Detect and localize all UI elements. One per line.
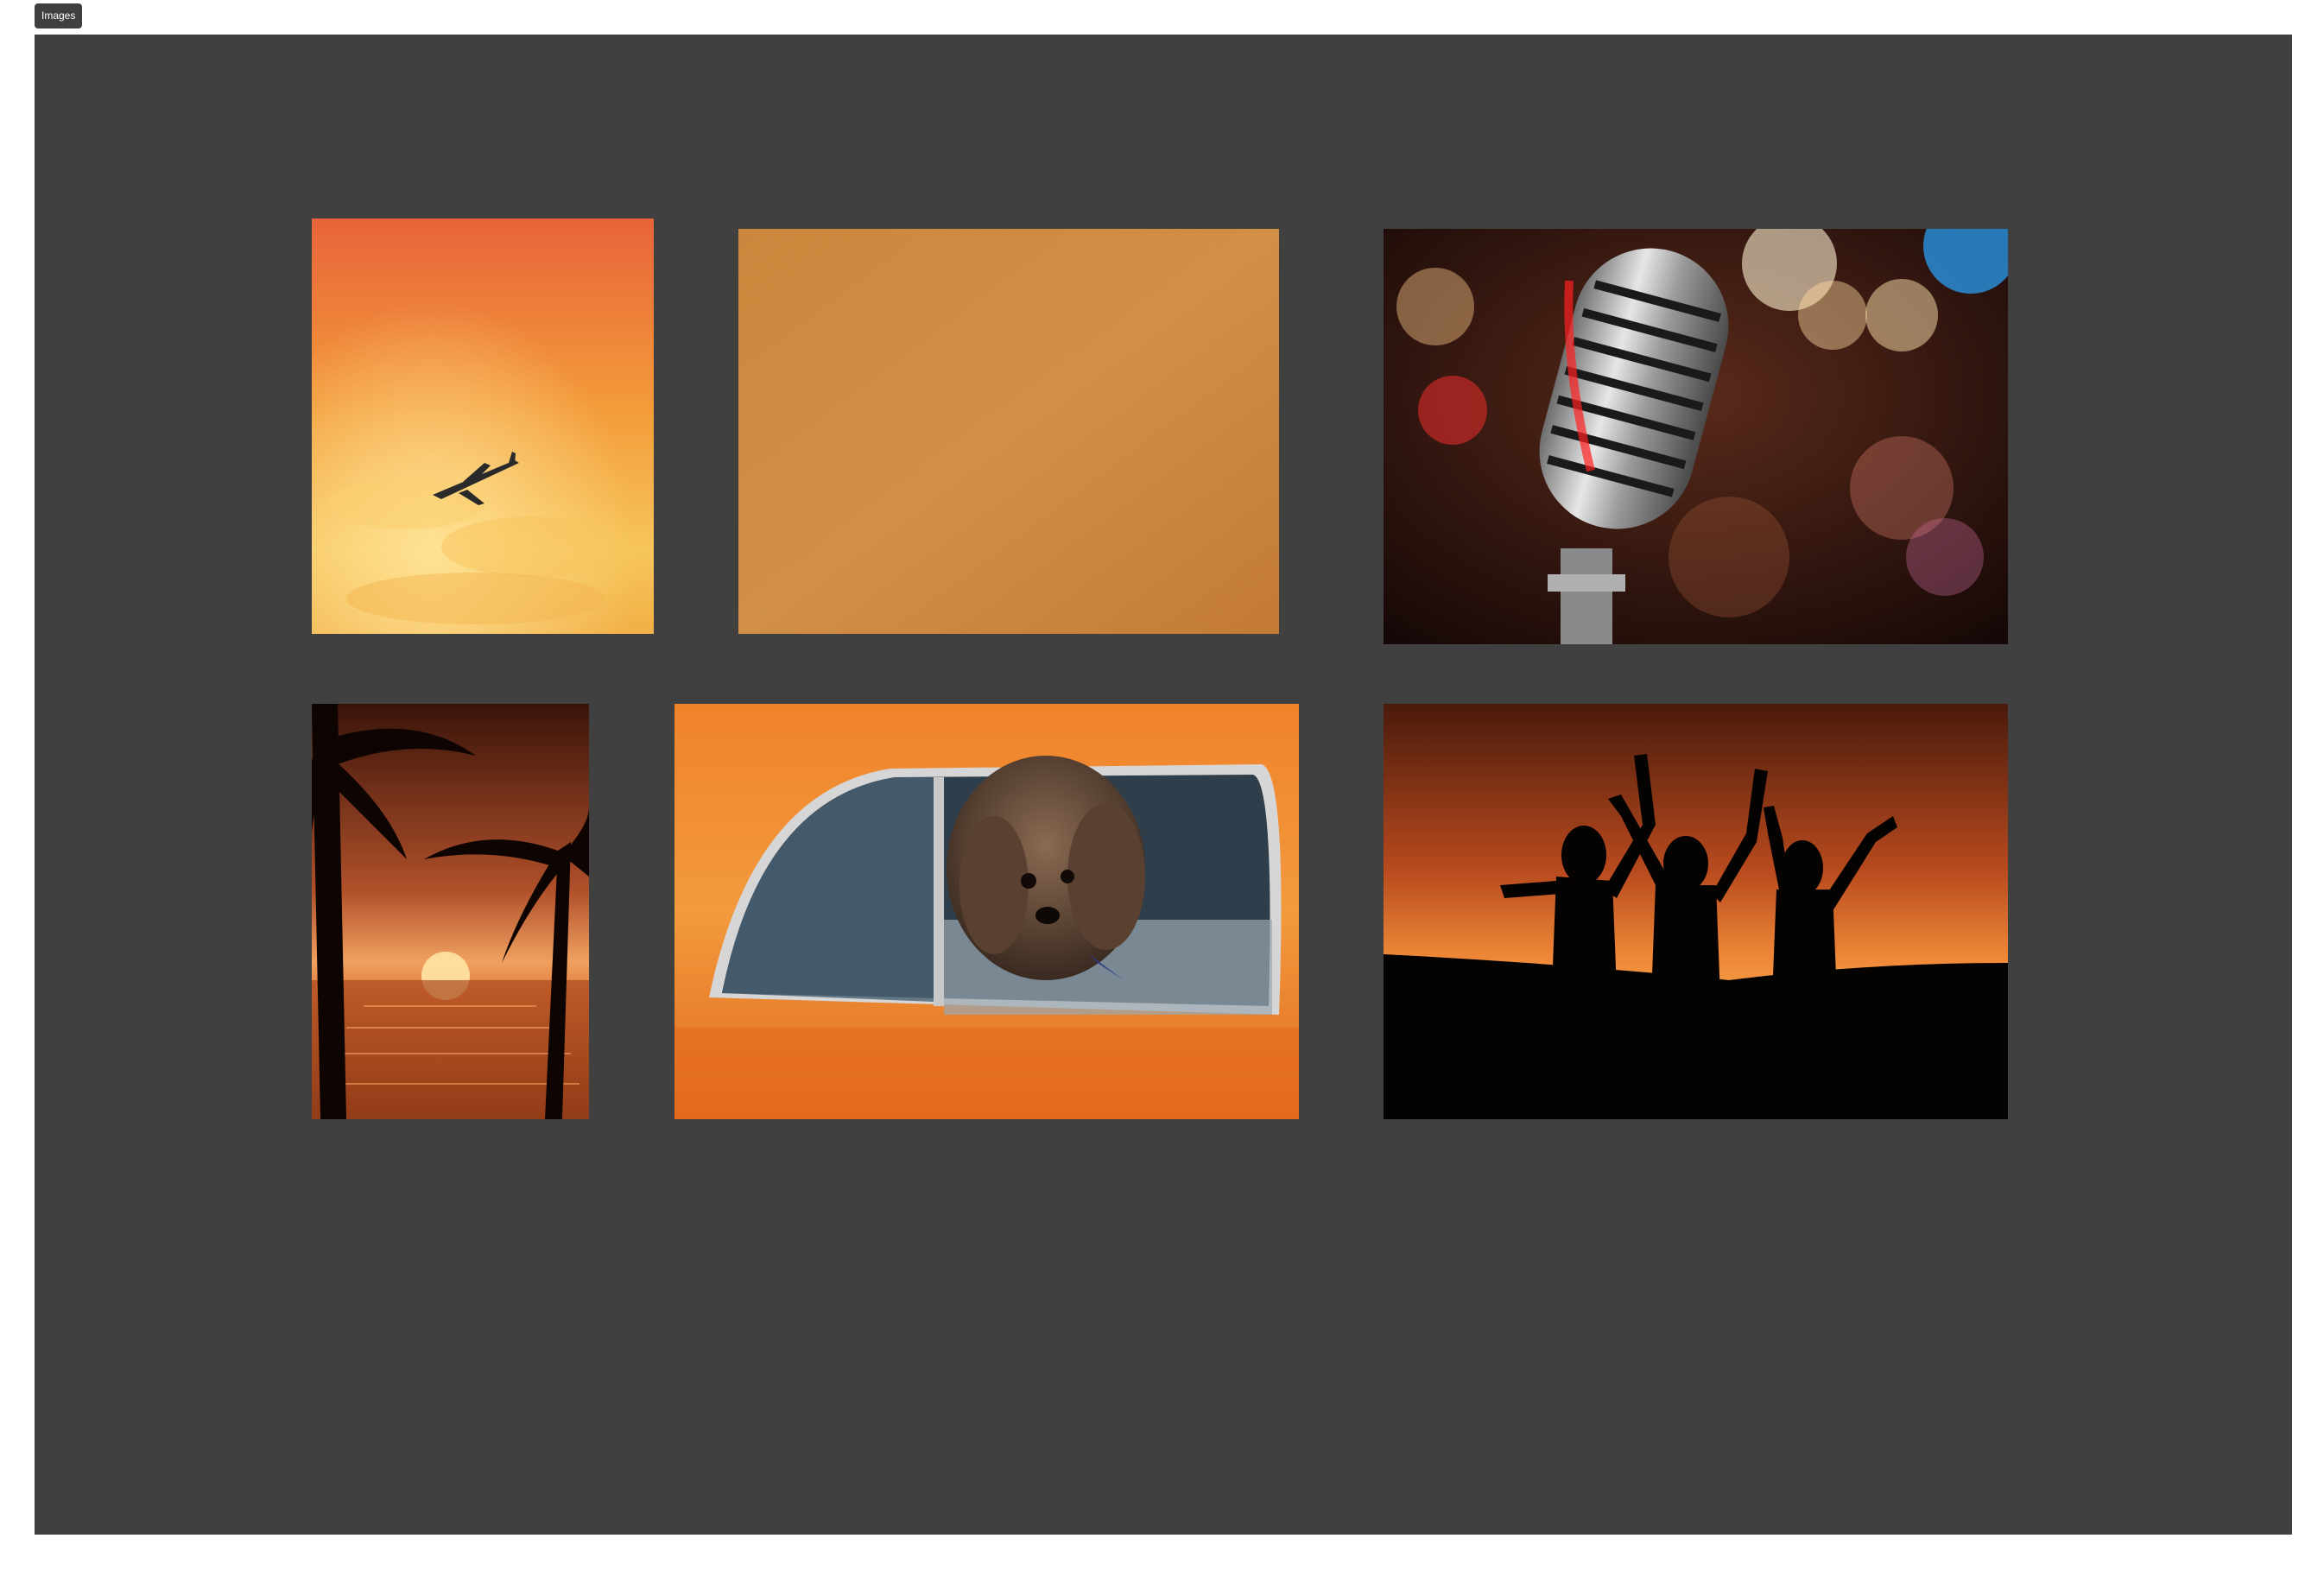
image-dog-in-orange-car[interactable] (674, 704, 1299, 1119)
image-dancing-silhouettes[interactable] (1384, 704, 2008, 1119)
image-palm-trees-sunset[interactable] (312, 704, 589, 1119)
image-vintage-microphone[interactable] (1384, 229, 2008, 644)
image-airplane-sunset[interactable] (312, 218, 654, 634)
dog-icon (947, 756, 1145, 980)
images-tab-label[interactable]: Images (35, 3, 83, 28)
page: Images (0, 0, 2324, 1570)
image-sand-texture[interactable] (738, 229, 1279, 634)
